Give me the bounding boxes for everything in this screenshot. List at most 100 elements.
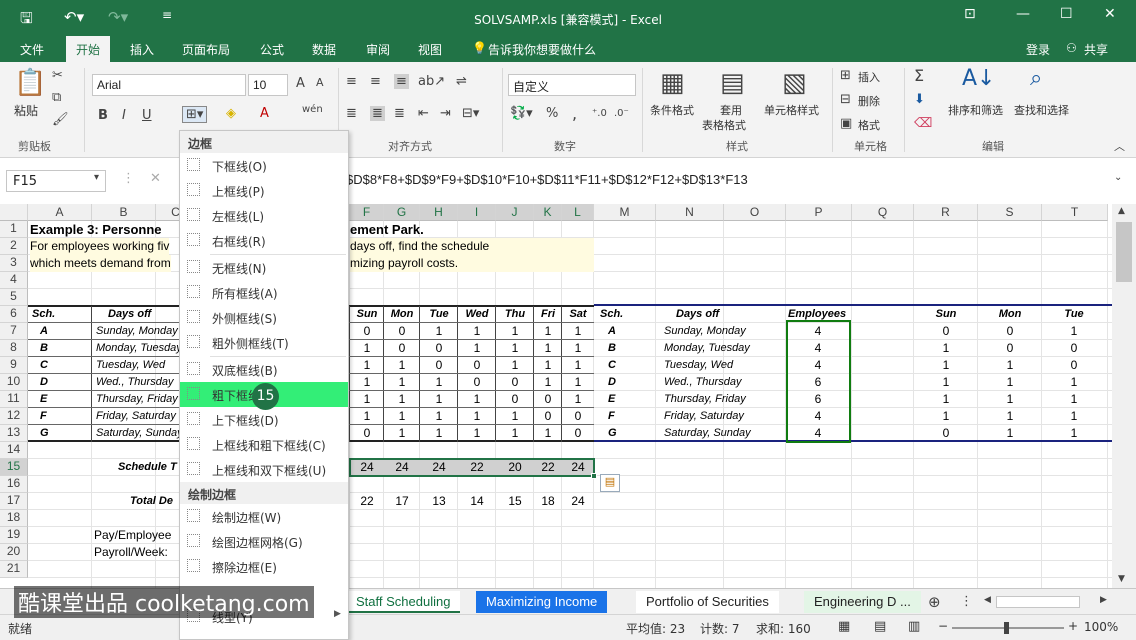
- matrix-cell[interactable]: 0: [420, 357, 458, 374]
- maximize-button[interactable]: ☐: [1060, 6, 1073, 22]
- column-header[interactable]: R: [914, 204, 978, 221]
- matrix-cell[interactable]: 1: [534, 425, 562, 442]
- employees-value[interactable]: 4: [786, 425, 850, 442]
- matrix-cell[interactable]: 1: [350, 357, 384, 374]
- row-header[interactable]: 14: [0, 442, 28, 459]
- matrix-cell[interactable]: 1: [384, 391, 420, 408]
- font-name-combo[interactable]: Arial: [92, 74, 246, 96]
- total-demand[interactable]: 22: [350, 493, 384, 510]
- matrix-cell[interactable]: 1: [458, 340, 496, 357]
- matrix-cell[interactable]: 0: [384, 340, 420, 357]
- sort-filter-button[interactable]: 排序和筛选: [948, 102, 1003, 118]
- row-header[interactable]: 13: [0, 425, 28, 442]
- employees-value[interactable]: 6: [786, 391, 850, 408]
- shrink-font-icon[interactable]: A: [316, 76, 324, 89]
- right-matrix-cell[interactable]: 0: [978, 340, 1042, 357]
- comma-button[interactable]: ,: [572, 104, 577, 123]
- schedule-total[interactable]: 22: [534, 459, 562, 476]
- insert-cells-icon[interactable]: ⊞: [840, 68, 851, 83]
- column-header[interactable]: P: [786, 204, 852, 221]
- delete-cells-button[interactable]: 删除: [858, 93, 880, 109]
- italic-button[interactable]: I: [122, 108, 126, 123]
- matrix-cell[interactable]: 1: [534, 323, 562, 340]
- right-matrix-cell[interactable]: 1: [1042, 408, 1106, 425]
- employees-value[interactable]: 6: [786, 374, 850, 391]
- matrix-cell[interactable]: 0: [384, 323, 420, 340]
- tab-review[interactable]: 审阅: [366, 41, 390, 58]
- total-demand[interactable]: 13: [420, 493, 458, 510]
- matrix-cell[interactable]: 1: [534, 340, 562, 357]
- orientation-icon[interactable]: ab↗: [418, 74, 445, 89]
- row-header[interactable]: 16: [0, 476, 28, 493]
- increase-indent-icon[interactable]: ⇥: [440, 106, 451, 121]
- page-layout-view-icon[interactable]: ▤: [874, 619, 886, 634]
- border-button[interactable]: ⊞▾: [182, 106, 208, 123]
- matrix-cell[interactable]: 0: [458, 357, 496, 374]
- menu-item-border[interactable]: 上框线(P): [180, 178, 348, 203]
- row-header[interactable]: 8: [0, 340, 28, 357]
- minimize-button[interactable]: —: [1016, 6, 1030, 22]
- column-header[interactable]: B: [92, 204, 156, 221]
- column-header[interactable]: N: [656, 204, 724, 221]
- column-header[interactable]: Q: [852, 204, 914, 221]
- sheet-tab-staff[interactable]: Staff Scheduling: [346, 591, 461, 613]
- row-header[interactable]: 5: [0, 289, 28, 306]
- zoom-in-icon[interactable]: +: [1068, 619, 1078, 633]
- matrix-cell[interactable]: 1: [420, 391, 458, 408]
- column-header[interactable]: I: [458, 204, 496, 221]
- schedule-total[interactable]: 20: [496, 459, 534, 476]
- sheet-tab-portfolio[interactable]: Portfolio of Securities: [636, 591, 779, 613]
- column-header[interactable]: S: [978, 204, 1042, 221]
- row-header[interactable]: 7: [0, 323, 28, 340]
- font-color-icon[interactable]: A: [260, 106, 269, 121]
- close-button[interactable]: ✕: [1104, 6, 1116, 22]
- column-header[interactable]: A: [28, 204, 92, 221]
- matrix-cell[interactable]: 1: [420, 323, 458, 340]
- matrix-cell[interactable]: 1: [562, 340, 594, 357]
- hscroll-left-icon[interactable]: ◀: [984, 595, 991, 605]
- schedule-total[interactable]: 24: [562, 459, 594, 476]
- formula-content[interactable]: $D$8*F8+$D$9*F9+$D$10*F10+$D$11*F11+$D$1…: [346, 172, 748, 187]
- employees-value[interactable]: 4: [786, 408, 850, 425]
- cell-styles-icon[interactable]: ▧: [782, 68, 807, 98]
- ribbon-display-icon[interactable]: ⊡: [964, 6, 976, 22]
- matrix-cell[interactable]: 1: [420, 425, 458, 442]
- tell-me-input[interactable]: 告诉我你想要做什么: [488, 41, 596, 58]
- matrix-cell[interactable]: 1: [458, 408, 496, 425]
- share-button[interactable]: 共享: [1084, 41, 1108, 58]
- format-painter-icon[interactable]: 🖌: [52, 112, 69, 127]
- matrix-cell[interactable]: 1: [562, 374, 594, 391]
- matrix-cell[interactable]: 0: [350, 323, 384, 340]
- right-matrix-cell[interactable]: 1: [978, 391, 1042, 408]
- sheet-tab-engineering[interactable]: Engineering D ...: [804, 591, 921, 613]
- name-box-dropdown-icon[interactable]: ▾: [94, 172, 99, 183]
- decrease-indent-icon[interactable]: ⇤: [418, 106, 429, 121]
- fill-icon[interactable]: ⬇: [914, 92, 925, 107]
- zoom-slider-thumb[interactable]: [1004, 622, 1009, 634]
- name-box[interactable]: F15: [6, 170, 106, 192]
- employees-value[interactable]: 4: [786, 323, 850, 340]
- menu-item-draw[interactable]: 擦除边框(E): [180, 554, 348, 579]
- insert-cells-button[interactable]: 插入: [858, 69, 880, 85]
- matrix-cell[interactable]: 1: [496, 408, 534, 425]
- column-header[interactable]: H: [420, 204, 458, 221]
- matrix-cell[interactable]: 1: [496, 357, 534, 374]
- find-select-icon[interactable]: ⌕: [1030, 66, 1042, 91]
- sheet-tab-income[interactable]: Maximizing Income: [476, 591, 608, 613]
- menu-item-border[interactable]: 无框线(N): [180, 255, 348, 280]
- row-header[interactable]: 12: [0, 408, 28, 425]
- align-center-icon[interactable]: ≣: [370, 106, 385, 121]
- row-header[interactable]: 17: [0, 493, 28, 510]
- column-header[interactable]: T: [1042, 204, 1108, 221]
- right-matrix-cell[interactable]: 1: [914, 357, 978, 374]
- cell-styles-button[interactable]: 单元格样式: [764, 102, 819, 118]
- row-header[interactable]: 18: [0, 510, 28, 527]
- matrix-cell[interactable]: 1: [562, 357, 594, 374]
- collapse-ribbon-icon[interactable]: ︿: [1114, 138, 1125, 154]
- select-all-corner[interactable]: [0, 204, 28, 221]
- right-matrix-cell[interactable]: 0: [1042, 357, 1106, 374]
- right-matrix-cell[interactable]: 0: [914, 425, 978, 442]
- column-header[interactable]: L: [562, 204, 594, 221]
- matrix-cell[interactable]: 1: [458, 425, 496, 442]
- menu-item-border[interactable]: 双底框线(B): [180, 357, 348, 382]
